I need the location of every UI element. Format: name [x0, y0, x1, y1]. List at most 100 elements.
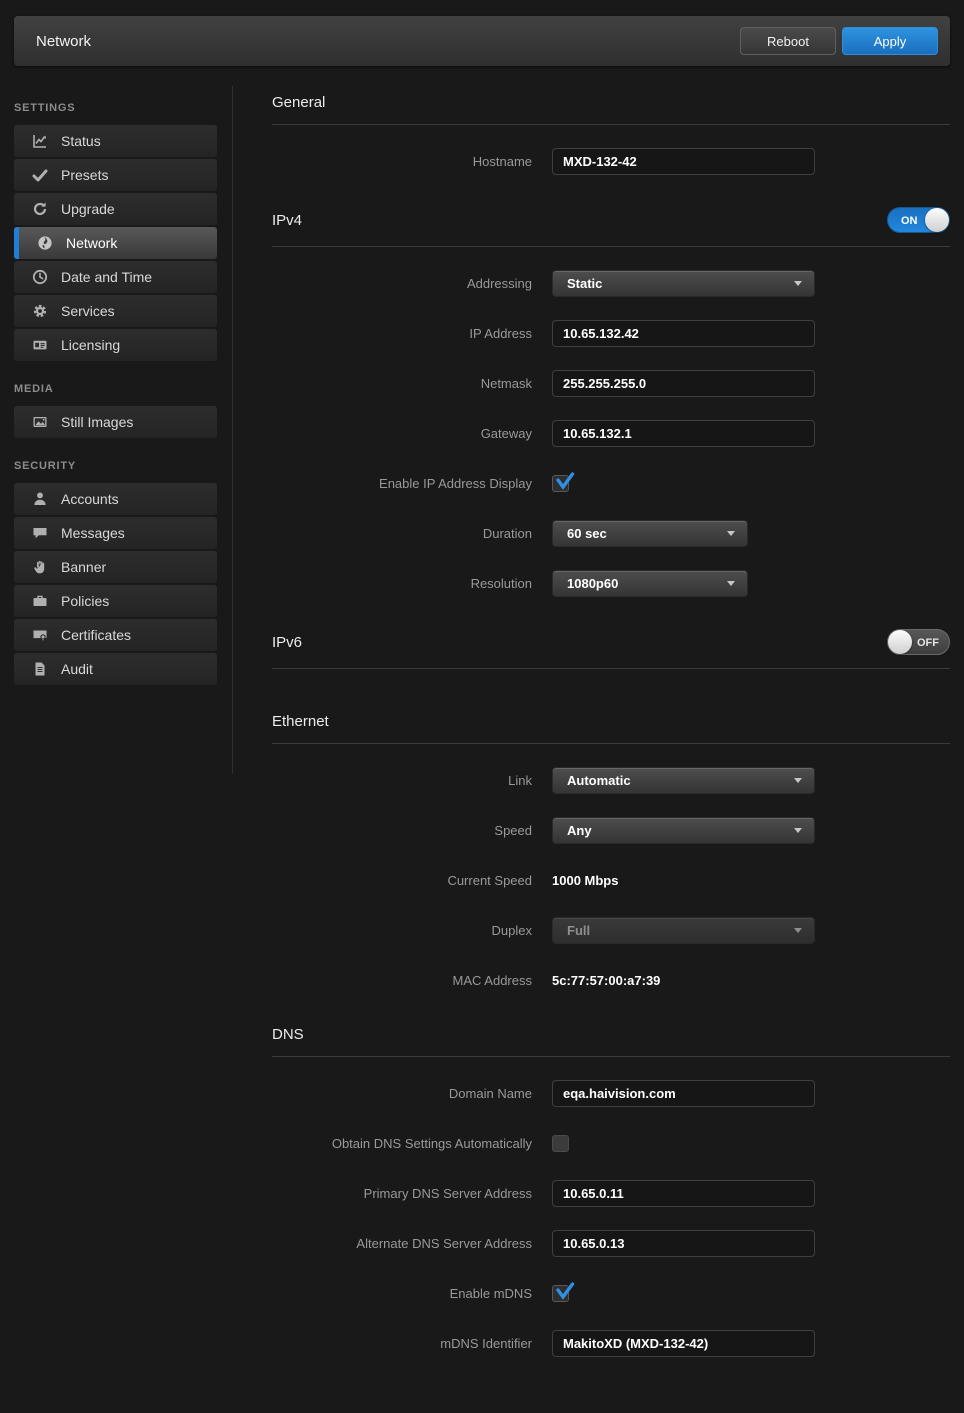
addressing-select[interactable]: Static: [552, 270, 815, 297]
ip-address-input[interactable]: [552, 320, 815, 347]
apply-button[interactable]: Apply: [842, 27, 938, 55]
obtain-dns-checkbox[interactable]: [552, 1135, 569, 1152]
sidebar-item-policies[interactable]: Policies: [14, 585, 217, 617]
sidebar-item-certificates[interactable]: Certificates: [14, 619, 217, 651]
hostname-input[interactable]: [552, 148, 815, 175]
sidebar-item-network[interactable]: Network: [14, 227, 217, 259]
briefcase-icon: [31, 593, 48, 610]
sidebar-item-label: Accounts: [61, 491, 119, 507]
section-title: DNS: [272, 1026, 304, 1043]
domain-name-input[interactable]: [552, 1080, 815, 1107]
primary-dns-input[interactable]: [552, 1180, 815, 1207]
speed-select[interactable]: Any: [552, 817, 815, 844]
main-content: General Hostname IPv4 ON Addressing Stat…: [252, 66, 964, 1413]
sidebar-item-licensing[interactable]: Licensing: [14, 329, 217, 361]
select-value: Automatic: [553, 773, 631, 788]
resolution-select[interactable]: 1080p60: [552, 570, 748, 597]
netmask-input[interactable]: [552, 370, 815, 397]
field-label: Obtain DNS Settings Automatically: [252, 1136, 532, 1151]
sidebar-item-audit[interactable]: Audit: [14, 653, 217, 685]
sidebar-item-label: Licensing: [61, 337, 120, 353]
sidebar-item-label: Upgrade: [61, 201, 115, 217]
addressing-row: Addressing Static: [252, 270, 950, 297]
current-speed-value: 1000 Mbps: [552, 873, 618, 888]
sidebar-item-messages[interactable]: Messages: [14, 517, 217, 549]
sidebar-item-status[interactable]: Status: [14, 125, 217, 157]
chevron-down-icon: [794, 778, 802, 783]
sidebar-item-services[interactable]: Services: [14, 295, 217, 327]
sidebar-item-label: Presets: [61, 167, 108, 183]
sidebar-item-accounts[interactable]: Accounts: [14, 483, 217, 515]
enable-mdns-checkbox[interactable]: [552, 1285, 569, 1302]
toggle-state-label: ON: [901, 215, 918, 227]
sidebar-item-banner[interactable]: Banner: [14, 551, 217, 583]
page-header: Network Reboot Apply: [14, 16, 950, 66]
field-label: Enable mDNS: [252, 1286, 532, 1301]
sidebar-item-label: Certificates: [61, 627, 131, 643]
check-icon: [31, 167, 48, 184]
gateway-row: Gateway: [252, 420, 950, 447]
chevron-down-icon: [794, 281, 802, 286]
link-select[interactable]: Automatic: [552, 767, 815, 794]
mdns-identifier-row: mDNS Identifier: [252, 1330, 950, 1357]
sidebar-group-security: SECURITY Accounts Messages Banner Polici…: [0, 460, 232, 685]
mdns-identifier-input[interactable]: [552, 1330, 815, 1357]
section-title: Ethernet: [272, 713, 329, 730]
section-dns: DNS Domain Name Obtain DNS Settings Auto…: [252, 1022, 950, 1357]
resolution-row: Resolution 1080p60: [252, 570, 950, 597]
sidebar-item-label: Still Images: [61, 414, 133, 430]
ip-address-row: IP Address: [252, 320, 950, 347]
sidebar-item-upgrade[interactable]: Upgrade: [14, 193, 217, 225]
duration-row: Duration 60 sec: [252, 520, 950, 547]
field-label: Gateway: [252, 426, 532, 441]
image-icon: [31, 414, 48, 431]
alternate-dns-input[interactable]: [552, 1230, 815, 1257]
hand-icon: [31, 559, 48, 576]
field-label: Duplex: [252, 923, 532, 938]
sidebar-item-date-and-time[interactable]: Date and Time: [14, 261, 217, 293]
section-ipv4-header: IPv4 ON: [272, 203, 950, 247]
page-title: Network: [36, 33, 91, 50]
ipv4-toggle[interactable]: ON: [887, 207, 950, 233]
sidebar-item-label: Banner: [61, 559, 106, 575]
certificate-icon: [31, 627, 48, 644]
sidebar-item-presets[interactable]: Presets: [14, 159, 217, 191]
field-label: Domain Name: [252, 1086, 532, 1101]
section-ethernet-header: Ethernet: [272, 709, 950, 744]
section-ipv6: IPv6 OFF: [252, 625, 950, 669]
enable-mdns-row: Enable mDNS: [252, 1280, 950, 1307]
section-title: IPv4: [272, 212, 302, 229]
chevron-down-icon: [794, 828, 802, 833]
gateway-input[interactable]: [552, 420, 815, 447]
speech-bubble-icon: [31, 525, 48, 542]
field-label: Enable IP Address Display: [252, 476, 532, 491]
current-speed-row: Current Speed 1000 Mbps: [252, 867, 950, 894]
sidebar-item-label: Audit: [61, 661, 93, 677]
sidebar-item-label: Services: [61, 303, 115, 319]
sidebar-item-still-images[interactable]: Still Images: [14, 406, 217, 438]
sidebar: SETTINGS Status Presets Upgrade Network: [0, 82, 232, 707]
primary-dns-row: Primary DNS Server Address: [252, 1180, 950, 1207]
duration-select[interactable]: 60 sec: [552, 520, 748, 547]
enable-ip-display-checkbox[interactable]: [552, 475, 569, 492]
sidebar-item-label: Messages: [61, 525, 125, 541]
chevron-down-icon: [727, 531, 735, 536]
sidebar-group-label: MEDIA: [14, 383, 232, 395]
reboot-button[interactable]: Reboot: [740, 27, 836, 55]
enable-ip-display-row: Enable IP Address Display: [252, 470, 950, 497]
netmask-row: Netmask: [252, 370, 950, 397]
obtain-dns-row: Obtain DNS Settings Automatically: [252, 1130, 950, 1157]
document-icon: [31, 661, 48, 678]
globe-icon: [36, 235, 53, 252]
sidebar-group-label: SECURITY: [14, 460, 232, 472]
sidebar-item-label: Date and Time: [61, 269, 152, 285]
section-ipv4: IPv4 ON Addressing Static IP Address Net…: [252, 203, 950, 597]
sidebar-group-media: MEDIA Still Images: [0, 383, 232, 438]
field-label: Hostname: [252, 154, 532, 169]
chevron-down-icon: [794, 928, 802, 933]
ipv6-toggle[interactable]: OFF: [887, 629, 950, 655]
toggle-knob: [925, 208, 949, 232]
field-label: Alternate DNS Server Address: [252, 1236, 532, 1251]
field-label: mDNS Identifier: [252, 1336, 532, 1351]
person-icon: [31, 491, 48, 508]
